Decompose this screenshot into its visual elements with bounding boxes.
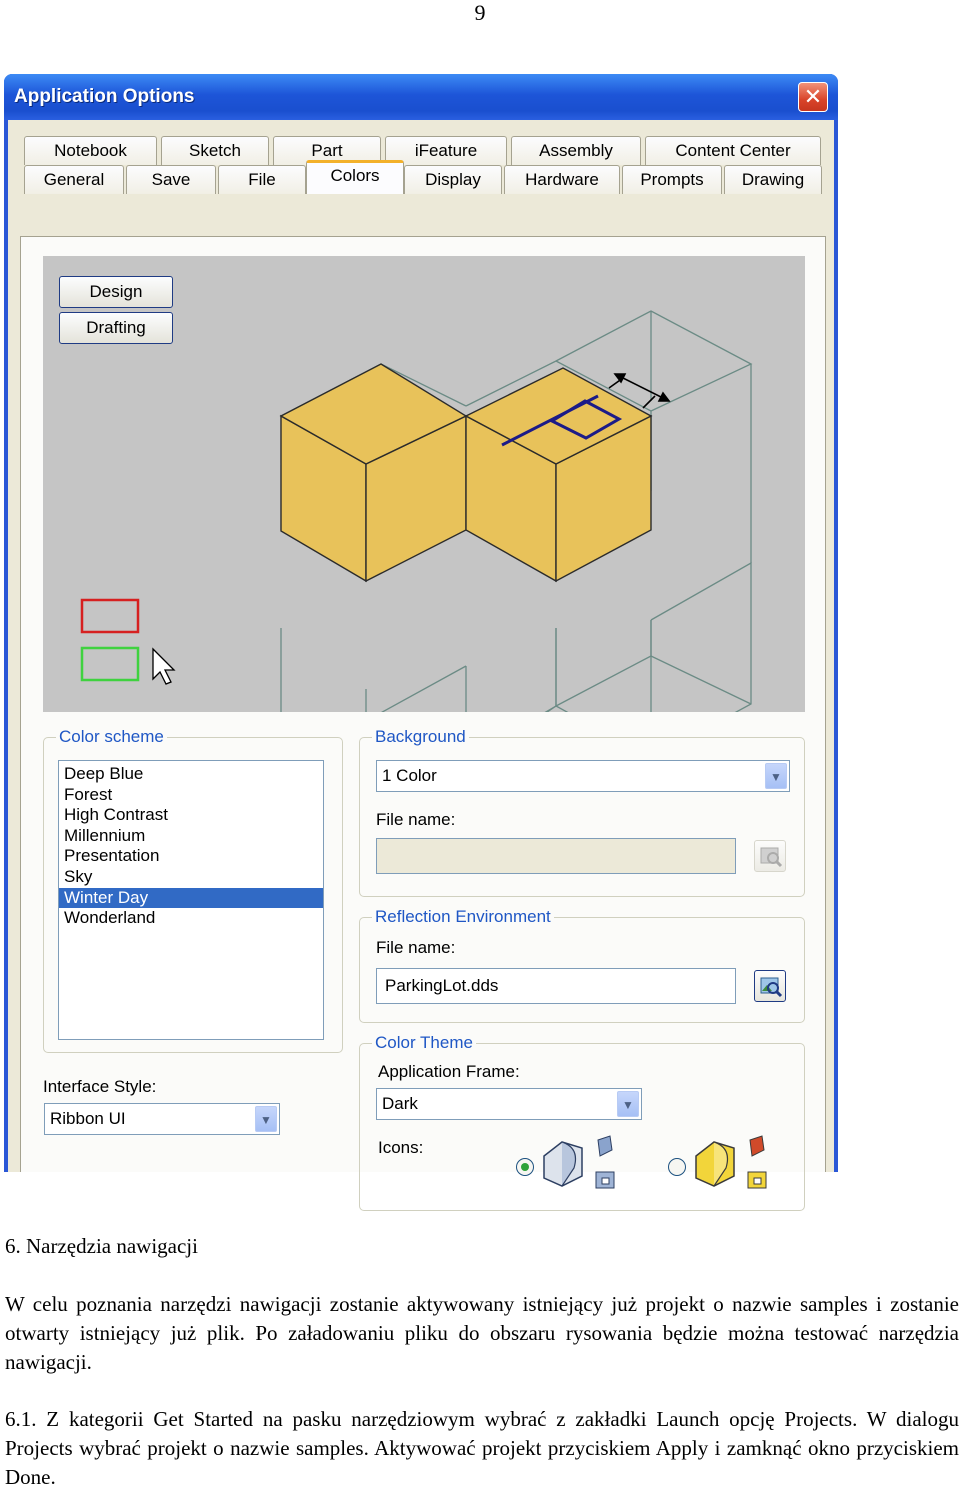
dialog-title: Application Options bbox=[14, 86, 195, 107]
reflection-file-label: File name: bbox=[376, 938, 456, 957]
radio-selected-dot bbox=[521, 1163, 529, 1171]
list-item[interactable]: Deep Blue bbox=[59, 764, 323, 785]
page-number: 9 bbox=[474, 0, 486, 25]
interface-style-label: Interface Style: bbox=[43, 1077, 157, 1096]
list-item[interactable]: Presentation bbox=[59, 846, 323, 867]
application-frame-label: Application Frame: bbox=[378, 1062, 520, 1081]
chevron-down-icon[interactable]: ▼ bbox=[255, 1106, 277, 1132]
background-file-label: File name: bbox=[376, 810, 456, 829]
tab-save[interactable]: Save bbox=[126, 165, 216, 194]
reflection-environment-group: Reflection Environment File name: Parkin… bbox=[359, 906, 805, 1023]
icons-option-blue-radio[interactable] bbox=[516, 1158, 534, 1176]
tab-notebook[interactable]: Notebook bbox=[24, 136, 157, 165]
reflection-environment-label: Reflection Environment bbox=[372, 906, 554, 928]
color-preview: Design Drafting bbox=[43, 256, 805, 712]
icons-label: Icons: bbox=[378, 1138, 424, 1157]
paragraph-step-6-1: 6.1. Z kategorii Get Started na pasku na… bbox=[5, 1407, 959, 1489]
chevron-down-icon[interactable]: ▼ bbox=[617, 1091, 639, 1117]
tab-colors[interactable]: Colors bbox=[306, 160, 404, 194]
background-group: Background 1 Color ▼ File name: bbox=[359, 726, 805, 897]
preview-3d-scene bbox=[80, 310, 753, 712]
icons-option-yellow-radio[interactable] bbox=[668, 1158, 686, 1176]
section-heading: 6. Narzędzia nawigacji bbox=[5, 1234, 198, 1258]
background-file-field[interactable] bbox=[376, 838, 736, 874]
browse-image-icon bbox=[760, 847, 783, 868]
yellow-icon-set-preview-icon bbox=[695, 1135, 767, 1189]
tab-display[interactable]: Display bbox=[404, 165, 502, 194]
paragraph-intro: W celu poznania narzędzi nawigacji zosta… bbox=[5, 1292, 959, 1374]
dialog-titlebar[interactable]: Application Options ✕ bbox=[4, 74, 838, 120]
highlight-swatch-red bbox=[80, 598, 140, 634]
background-dropdown[interactable]: 1 Color ▼ bbox=[376, 760, 790, 792]
application-frame-value: Dark bbox=[382, 1094, 418, 1113]
tab-sketch[interactable]: Sketch bbox=[161, 136, 269, 165]
background-label: Background bbox=[372, 726, 469, 748]
color-scheme-list[interactable]: Deep Blue Forest High Contrast Millenniu… bbox=[58, 760, 324, 1040]
colors-tab-panel: Design Drafting Color scheme Deep Blue F… bbox=[20, 236, 826, 1211]
highlight-swatch-green bbox=[80, 646, 140, 682]
list-item[interactable]: Millennium bbox=[59, 826, 323, 847]
color-scheme-group: Color scheme Deep Blue Forest High Contr… bbox=[43, 726, 343, 1053]
color-scheme-label: Color scheme bbox=[56, 726, 167, 748]
dialog-client-area: Notebook Sketch Part iFeature Assembly C… bbox=[8, 120, 834, 1211]
list-item[interactable]: Sky bbox=[59, 867, 323, 888]
background-browse-button[interactable] bbox=[754, 840, 786, 872]
color-theme-label: Color Theme bbox=[372, 1032, 476, 1054]
list-item[interactable]: High Contrast bbox=[59, 805, 323, 826]
tab-file[interactable]: File bbox=[218, 165, 306, 194]
tab-prompts[interactable]: Prompts bbox=[622, 165, 722, 194]
mouse-cursor-icon bbox=[152, 647, 176, 685]
color-theme-group: Color Theme Application Frame: Dark ▼ Ic… bbox=[359, 1032, 805, 1211]
application-frame-dropdown[interactable]: Dark ▼ bbox=[376, 1088, 642, 1120]
tab-content-center[interactable]: Content Center bbox=[645, 136, 821, 165]
interface-style-value: Ribbon UI bbox=[50, 1109, 126, 1128]
list-item[interactable]: Wonderland bbox=[59, 908, 323, 929]
background-value: 1 Color bbox=[382, 766, 437, 785]
reflection-file-field[interactable]: ParkingLot.dds bbox=[376, 968, 736, 1004]
tab-hardware[interactable]: Hardware bbox=[504, 165, 620, 194]
interface-style-dropdown[interactable]: Ribbon UI ▼ bbox=[44, 1103, 280, 1135]
list-item-selected[interactable]: Winter Day bbox=[59, 887, 323, 909]
close-button[interactable]: ✕ bbox=[798, 82, 828, 112]
tab-assembly[interactable]: Assembly bbox=[511, 136, 641, 165]
list-item[interactable]: Forest bbox=[59, 785, 323, 806]
application-options-dialog: Application Options ✕ Notebook Sketch Pa… bbox=[4, 74, 838, 1211]
browse-image-icon bbox=[760, 977, 783, 998]
blue-icon-set-preview-icon bbox=[543, 1135, 615, 1189]
tab-general[interactable]: General bbox=[24, 165, 124, 194]
tab-drawing[interactable]: Drawing bbox=[724, 165, 822, 194]
reflection-browse-button[interactable] bbox=[754, 970, 786, 1002]
chevron-down-icon[interactable]: ▼ bbox=[765, 763, 787, 789]
